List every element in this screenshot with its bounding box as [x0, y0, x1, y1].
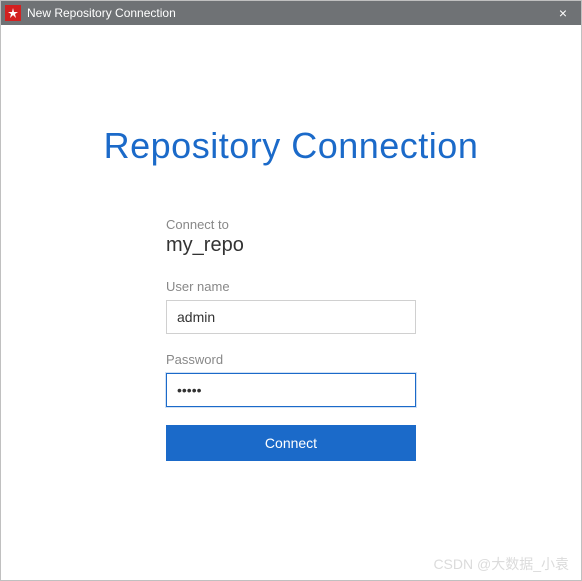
password-label: Password — [166, 352, 416, 367]
page-title: Repository Connection — [31, 125, 551, 167]
window-titlebar: New Repository Connection × — [1, 1, 581, 25]
username-label: User name — [166, 279, 416, 294]
window-title: New Repository Connection — [27, 6, 545, 20]
username-input[interactable] — [166, 300, 416, 334]
dialog-content: Repository Connection Connect to my_repo… — [1, 125, 581, 461]
app-icon — [5, 5, 21, 21]
watermark: CSDN @大数据_小袁 — [433, 554, 569, 574]
repo-name: my_repo — [166, 234, 416, 257]
close-button[interactable]: × — [545, 1, 581, 25]
connect-button[interactable]: Connect — [166, 425, 416, 461]
login-form: Connect to my_repo User name Password Co… — [166, 217, 416, 461]
password-input[interactable] — [166, 373, 416, 407]
connect-to-label: Connect to — [166, 217, 416, 232]
